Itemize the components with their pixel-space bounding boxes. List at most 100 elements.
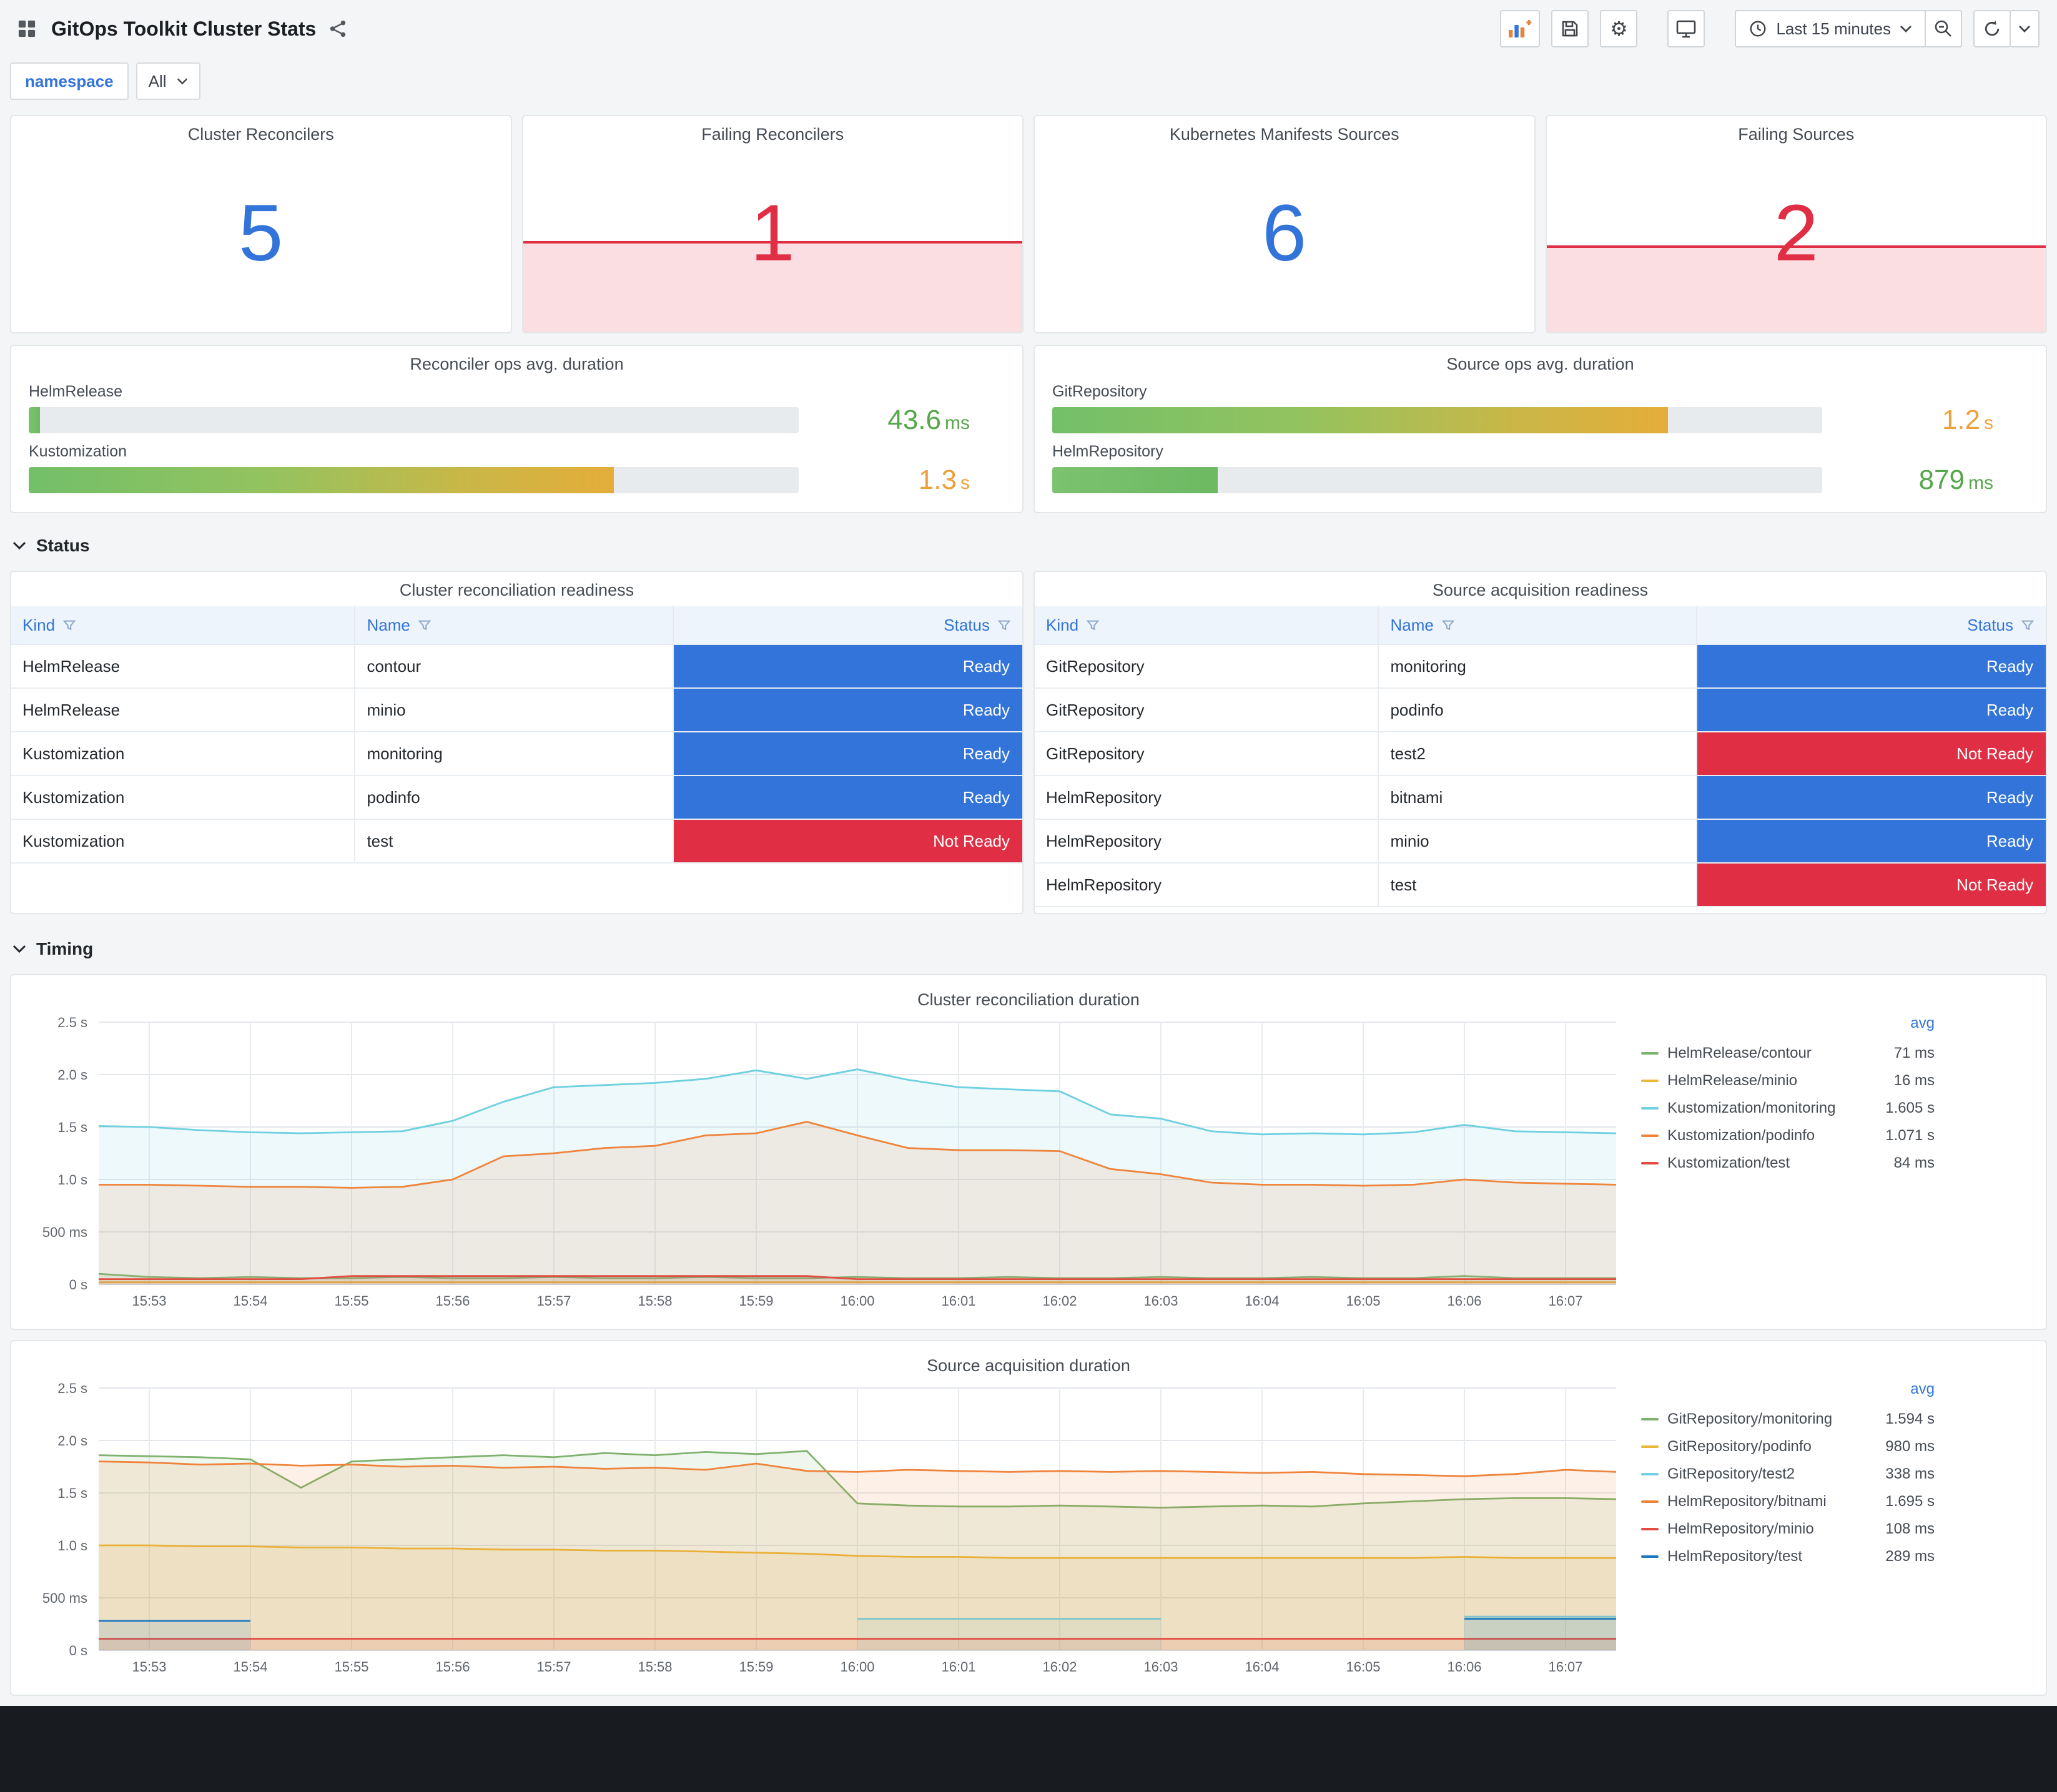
legend-avg-header[interactable]: avg bbox=[1641, 1015, 1935, 1040]
filter-icon[interactable] bbox=[62, 618, 76, 632]
series-avg-value: 1.071 s bbox=[1885, 1127, 1935, 1144]
panel-title[interactable]: Source ops avg. duration bbox=[1035, 346, 2046, 374]
legend-item[interactable]: HelmRelease/contour 71 ms bbox=[1641, 1040, 1935, 1067]
svg-text:16:04: 16:04 bbox=[1245, 1293, 1279, 1309]
dashboard-settings-button[interactable]: ⚙ bbox=[1600, 10, 1638, 47]
legend-item[interactable]: Kustomization/monitoring 1.605 s bbox=[1641, 1095, 1935, 1122]
refresh-button[interactable] bbox=[1973, 10, 2011, 47]
column-header-status[interactable]: Status bbox=[1697, 606, 2046, 645]
stat-value: 1 bbox=[750, 188, 795, 278]
variable-value-dropdown[interactable]: All bbox=[136, 62, 200, 100]
legend-item[interactable]: Kustomization/podinfo 1.071 s bbox=[1641, 1122, 1935, 1150]
refresh-interval-dropdown[interactable] bbox=[2010, 10, 2040, 47]
svg-text:500 ms: 500 ms bbox=[42, 1224, 87, 1240]
panel-title[interactable]: Cluster Reconcilers bbox=[11, 116, 511, 144]
table-row: GitRepository podinfo Ready bbox=[1035, 688, 2046, 732]
legend-item[interactable]: HelmRepository/test 289 ms bbox=[1641, 1543, 1935, 1570]
svg-text:1.0 s: 1.0 s bbox=[57, 1172, 87, 1188]
series-name[interactable]: HelmRepository/test bbox=[1667, 1548, 1802, 1565]
filter-icon[interactable] bbox=[2021, 618, 2035, 632]
panel-title[interactable]: Reconciler ops avg. duration bbox=[11, 346, 1022, 374]
legend-item[interactable]: GitRepository/test2 338 ms bbox=[1641, 1460, 1935, 1488]
gauge-fill bbox=[1052, 407, 1669, 434]
share-icon[interactable] bbox=[328, 19, 347, 38]
status-badge: Ready bbox=[1697, 645, 2046, 687]
series-name[interactable]: HelmRelease/contour bbox=[1667, 1045, 1812, 1062]
gauge-panel-reconciler-ops: Reconciler ops avg. duration HelmRelease… bbox=[10, 345, 1024, 513]
apps-grid-icon[interactable] bbox=[17, 19, 36, 38]
series-name[interactable]: Kustomization/test bbox=[1667, 1154, 1790, 1172]
panel-title[interactable]: Source acquisition readiness bbox=[1035, 572, 2046, 600]
chevron-down-icon bbox=[1900, 26, 1911, 32]
cell-status: Ready bbox=[673, 644, 1022, 689]
panel-title[interactable]: Cluster reconciliation duration bbox=[21, 982, 2036, 1010]
series-name[interactable]: HelmRepository/bitnami bbox=[1667, 1493, 1827, 1510]
panel-title[interactable]: Cluster reconciliation readiness bbox=[11, 572, 1022, 600]
gauge-label: GitRepository bbox=[1052, 383, 1147, 401]
variable-label-namespace[interactable]: namespace bbox=[10, 62, 129, 100]
panel-title[interactable]: Source acquisition duration bbox=[21, 1347, 2036, 1376]
panel-title[interactable]: Failing Sources bbox=[1547, 116, 2046, 144]
series-avg-value: 338 ms bbox=[1885, 1465, 1935, 1482]
gauge-value: 1.2 s bbox=[1822, 405, 2028, 436]
legend-item[interactable]: GitRepository/podinfo 980 ms bbox=[1641, 1433, 1935, 1460]
stat-panel-failing-sources: Failing Sources 2 bbox=[1545, 115, 2047, 333]
filter-icon[interactable] bbox=[1086, 618, 1100, 632]
plot-area[interactable]: 0 s 500 ms 1.0 s 1.5 s 2.0 s 2.5 s 15:53 15:54 1… bbox=[21, 1376, 1626, 1690]
series-name[interactable]: GitRepository/podinfo bbox=[1667, 1438, 1812, 1455]
grafana-dashboard: GitOps Toolkit Cluster Stats ⚙ Last 15 m… bbox=[0, 0, 2057, 1792]
plot-area[interactable]: 0 s 500 ms 1.0 s 1.5 s 2.0 s 2.5 s 15:53 15:54 1… bbox=[21, 1010, 1626, 1324]
legend-avg-header[interactable]: avg bbox=[1641, 1381, 1935, 1406]
monitor-icon bbox=[1677, 20, 1696, 38]
series-name[interactable]: Kustomization/podinfo bbox=[1667, 1127, 1815, 1145]
clock-icon bbox=[1750, 21, 1766, 37]
cell-kind: Kustomization bbox=[11, 775, 356, 820]
column-header-status[interactable]: Status bbox=[673, 606, 1022, 645]
svg-text:16:03: 16:03 bbox=[1143, 1659, 1178, 1675]
gauge-fill bbox=[29, 466, 614, 493]
series-name[interactable]: HelmRepository/minio bbox=[1667, 1520, 1814, 1538]
legend-item[interactable]: HelmRelease/minio 16 ms bbox=[1641, 1067, 1935, 1095]
panel-title[interactable]: Failing Reconcilers bbox=[523, 116, 1023, 144]
series-name[interactable]: HelmRelease/minio bbox=[1667, 1072, 1797, 1090]
chart-canvas[interactable]: 0 s 500 ms 1.0 s 1.5 s 2.0 s 2.5 s 15:53 15:54 1… bbox=[21, 1010, 1626, 1317]
bar-gauge-kustomization: Kustomization 1.3 s bbox=[29, 443, 1005, 496]
series-name[interactable]: Kustomization/monitoring bbox=[1667, 1100, 1835, 1117]
column-header-name[interactable]: Name bbox=[1378, 606, 1698, 645]
filter-icon[interactable] bbox=[997, 618, 1011, 632]
series-name[interactable]: GitRepository/monitoring bbox=[1667, 1410, 1832, 1428]
legend-item[interactable]: GitRepository/monitoring 1.594 s bbox=[1641, 1406, 1935, 1433]
time-range-picker[interactable]: Last 15 minutes bbox=[1735, 10, 1926, 47]
cycle-view-button[interactable] bbox=[1667, 10, 1705, 47]
gauge-value: 1.3 s bbox=[799, 465, 1005, 496]
column-header-kind[interactable]: Kind bbox=[11, 606, 356, 645]
save-dashboard-button[interactable] bbox=[1551, 10, 1589, 47]
add-panel-button[interactable] bbox=[1500, 10, 1541, 47]
column-header-kind[interactable]: Kind bbox=[1035, 606, 1379, 645]
legend-item[interactable]: HelmRepository/bitnami 1.695 s bbox=[1641, 1488, 1935, 1515]
series-fill bbox=[99, 1638, 1616, 1650]
svg-text:16:05: 16:05 bbox=[1346, 1659, 1380, 1675]
gauge-track bbox=[1052, 466, 1822, 493]
section-status[interactable]: Status bbox=[12, 531, 2045, 561]
column-header-name[interactable]: Name bbox=[355, 606, 674, 645]
legend-item[interactable]: HelmRepository/minio 108 ms bbox=[1641, 1515, 1935, 1543]
zoom-out-button[interactable] bbox=[1925, 10, 1962, 47]
cell-kind: GitRepository bbox=[1035, 688, 1379, 732]
series-avg-value: 1.594 s bbox=[1885, 1410, 1935, 1427]
svg-text:16:05: 16:05 bbox=[1346, 1293, 1380, 1309]
svg-text:0 s: 0 s bbox=[69, 1643, 87, 1658]
panel-title[interactable]: Kubernetes Manifests Sources bbox=[1035, 116, 1534, 144]
legend-item[interactable]: Kustomization/test 84 ms bbox=[1641, 1150, 1935, 1177]
section-timing[interactable]: Timing bbox=[12, 934, 2045, 964]
cell-kind: HelmRelease bbox=[11, 688, 356, 732]
cell-name: minio bbox=[355, 688, 674, 732]
series-color-swatch bbox=[1641, 1555, 1659, 1558]
filter-icon[interactable] bbox=[1441, 618, 1455, 632]
cell-name: test2 bbox=[1378, 732, 1698, 776]
svg-text:15:58: 15:58 bbox=[638, 1293, 672, 1309]
filter-icon[interactable] bbox=[418, 618, 432, 632]
chart-canvas[interactable]: 0 s 500 ms 1.0 s 1.5 s 2.0 s 2.5 s 15:53 15:54 1… bbox=[21, 1376, 1626, 1683]
section-label: Status bbox=[36, 536, 90, 555]
series-name[interactable]: GitRepository/test2 bbox=[1667, 1465, 1795, 1483]
